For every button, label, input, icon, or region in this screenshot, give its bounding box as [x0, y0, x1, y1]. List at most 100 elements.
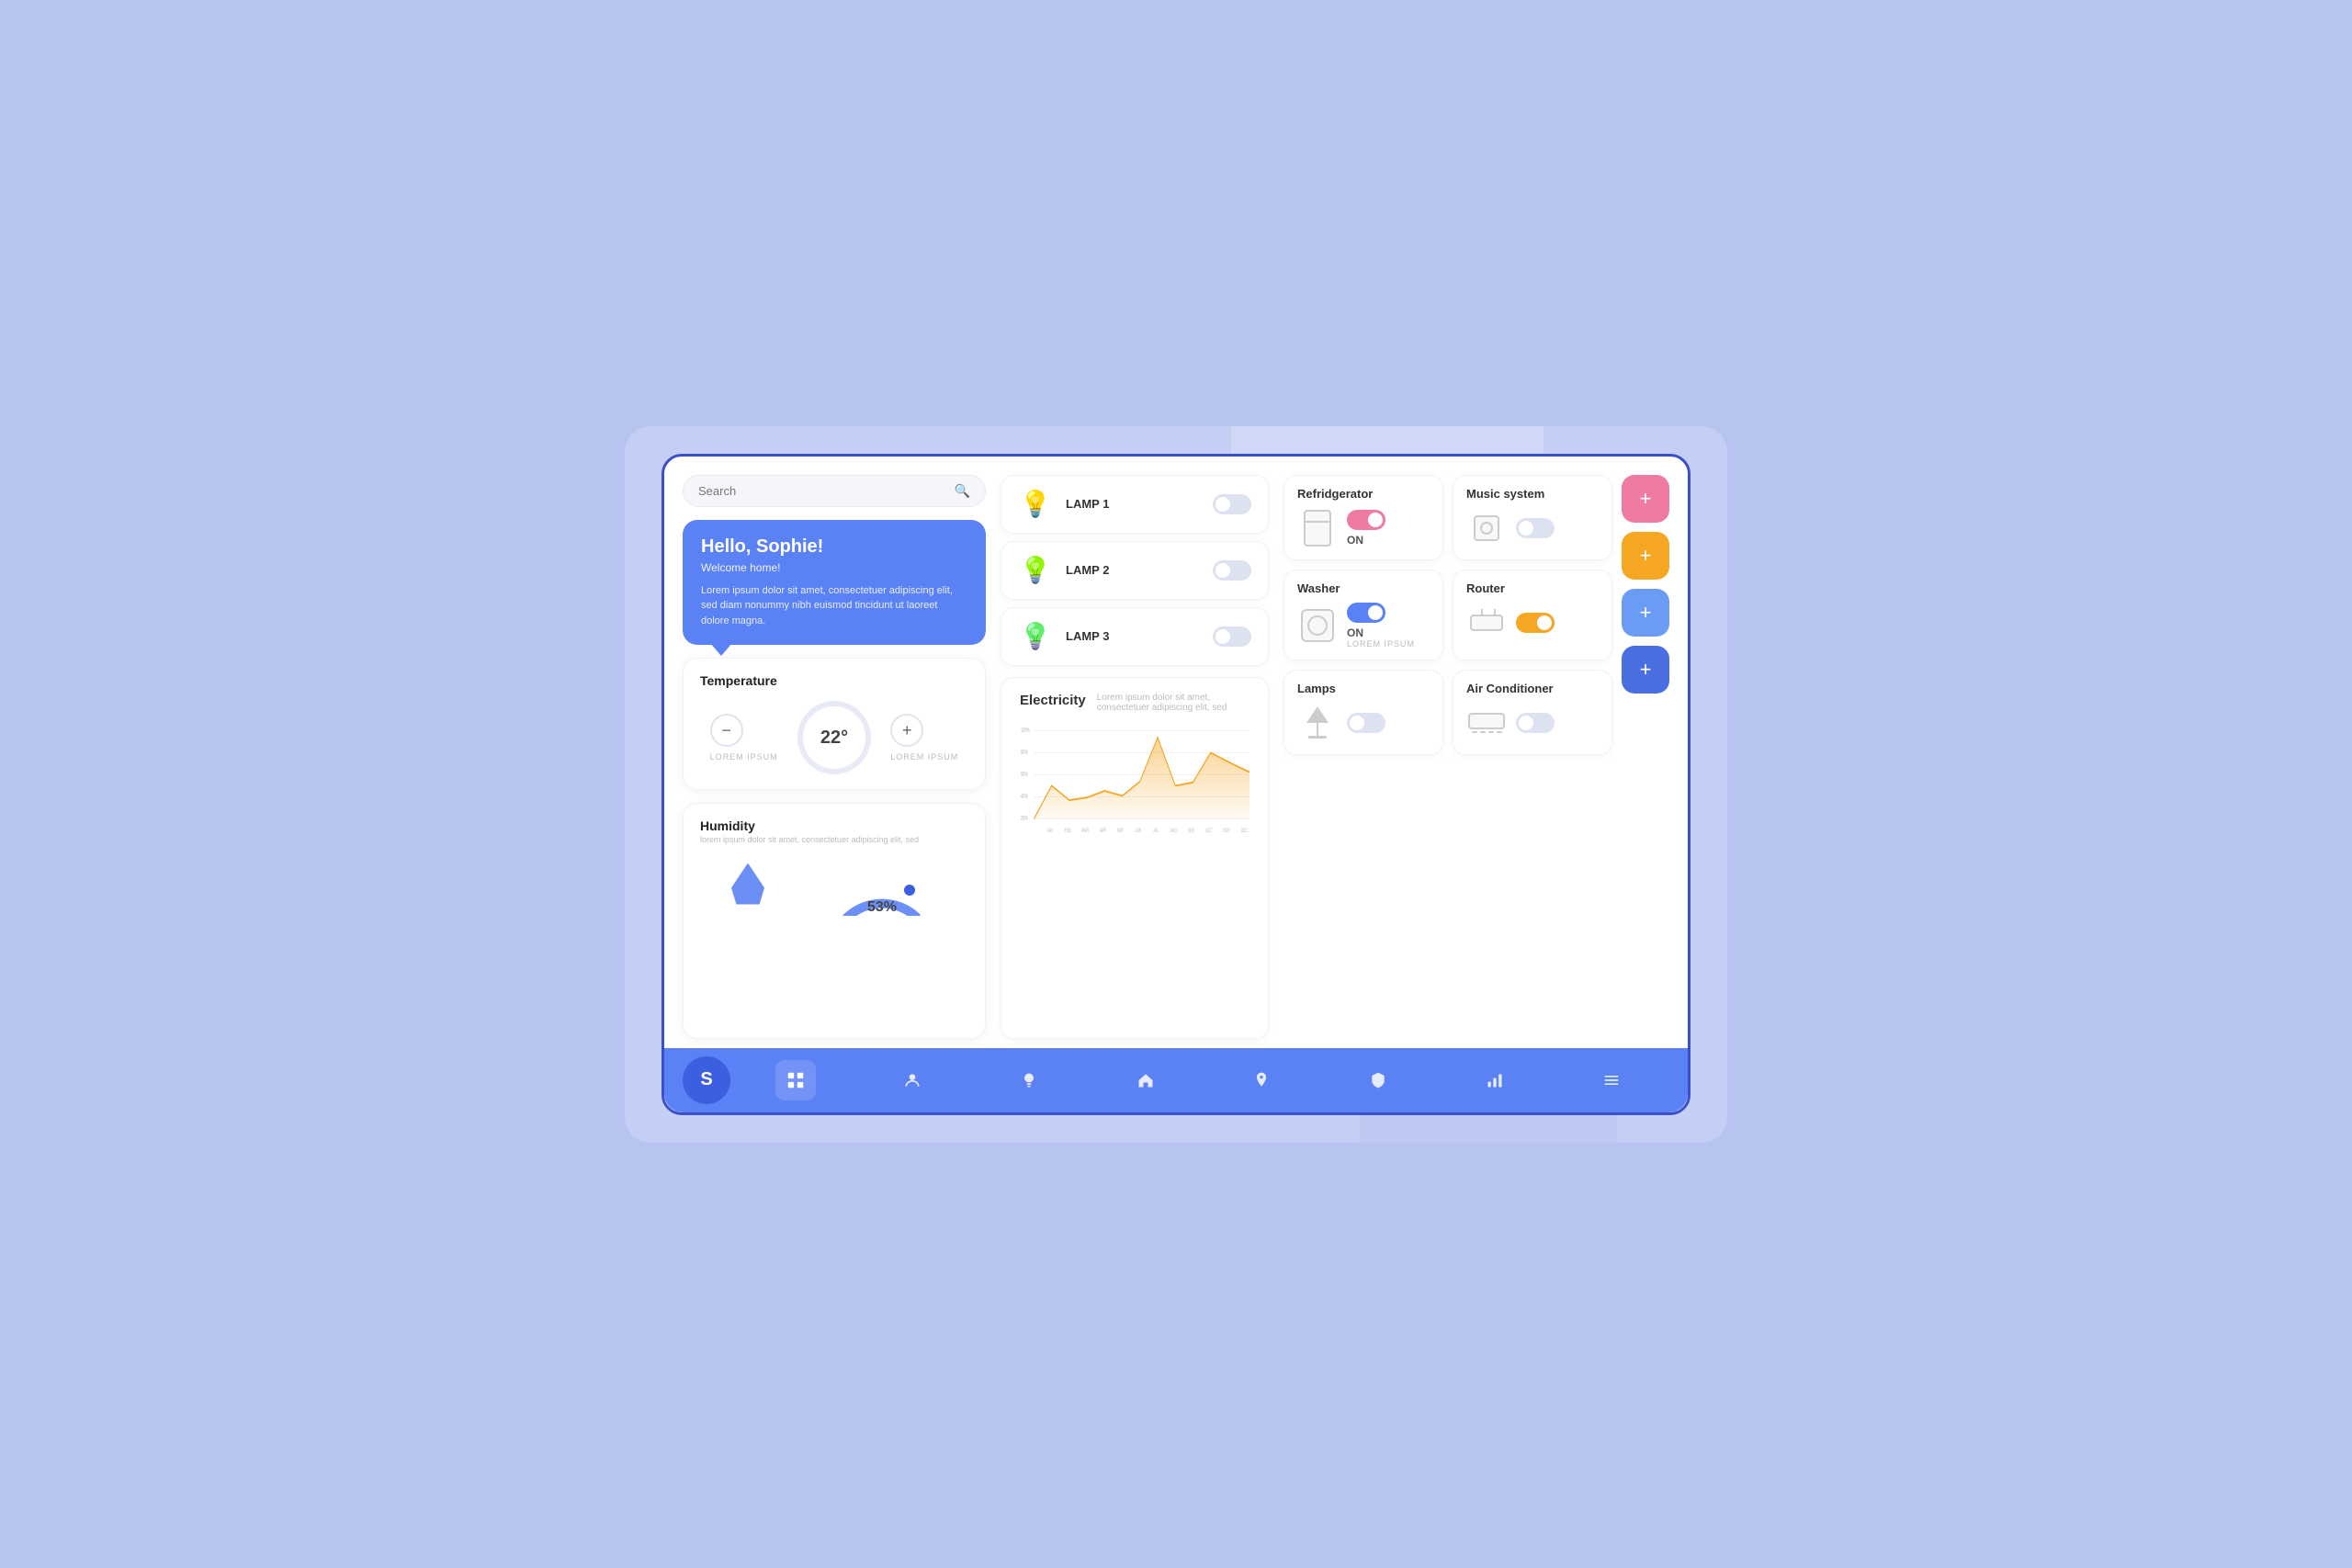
nav-grid[interactable] [775, 1060, 816, 1100]
nav-bulb[interactable] [1009, 1060, 1049, 1100]
svg-text:MAR: MAR [1081, 828, 1089, 834]
add-button-3[interactable]: + [1622, 589, 1669, 637]
refrigerator-title: Refridgerator [1297, 487, 1430, 501]
lamp-card-2: 💡 LAMP 2 [1001, 541, 1269, 600]
middle-column: 💡 LAMP 1 💡 LAMP 2 [1001, 475, 1269, 1039]
greeting-body: Lorem ipsum dolor sit amet, consectetuer… [701, 583, 967, 629]
lamps-title: Lamps [1297, 682, 1430, 695]
lamp1-toggle[interactable] [1213, 494, 1251, 514]
humidity-gauge: 53% [827, 852, 937, 916]
bottom-navigation: S [664, 1048, 1688, 1112]
lamps-icon [1297, 703, 1338, 743]
greeting-title: Hello, Sophie! [701, 536, 967, 558]
music-card: Music system [1453, 475, 1612, 560]
user-avatar[interactable]: S [683, 1056, 730, 1104]
washer-sublabel: LOREM IPSUM [1347, 639, 1430, 649]
ac-card: Air Conditioner [1453, 670, 1612, 755]
lamp3-icon: 💡 [1018, 619, 1053, 654]
temperature-dial: 22° [797, 701, 871, 774]
svg-text:NOV: NOV [1223, 828, 1230, 834]
water-drop-icon [731, 863, 764, 905]
svg-text:JUL: JUL [1153, 828, 1159, 834]
refrigerator-toggle[interactable] [1347, 510, 1385, 530]
refrigerator-status: ON [1347, 534, 1430, 547]
svg-text:JUN: JUN [1136, 828, 1142, 834]
lamps-card: Lamps [1283, 670, 1443, 755]
svg-text:FEB: FEB [1065, 828, 1071, 834]
temp-decrease-label: LOREM IPSUM [710, 752, 778, 761]
right-column: Refridgerator ON [1283, 475, 1669, 1039]
svg-text:SEP: SEP [1188, 828, 1194, 834]
music-toggle[interactable] [1516, 518, 1555, 538]
washer-title: Washer [1297, 581, 1430, 595]
humidity-desc: lorem ipsum dolor sit amet, consectetuer… [700, 835, 919, 844]
svg-text:OCT: OCT [1205, 828, 1213, 834]
humidity-card: Humidity lorem ipsum dolor sit amet, con… [683, 803, 986, 1039]
electricity-desc: Lorem ipsum dolor sit amet, consectetuer… [1097, 693, 1250, 713]
lamp2-name: LAMP 2 [1066, 563, 1200, 577]
electricity-card: Electricity Lorem ipsum dolor sit amet, … [1001, 677, 1269, 1039]
svg-text:60%: 60% [1021, 772, 1028, 779]
refrigerator-card: Refridgerator ON [1283, 475, 1443, 560]
music-title: Music system [1466, 487, 1599, 501]
nav-menu[interactable] [1591, 1060, 1632, 1100]
temperature-label: Temperature [700, 673, 968, 688]
add-button-2[interactable]: + [1622, 532, 1669, 580]
svg-text:JAN: JAN [1047, 828, 1054, 834]
search-icon: 🔍 [955, 483, 970, 499]
lamp1-name: LAMP 1 [1066, 497, 1200, 511]
lamp-grid: 💡 LAMP 1 💡 LAMP 2 [1001, 475, 1269, 666]
washer-icon [1297, 605, 1338, 646]
temp-increase-button[interactable]: + [890, 714, 923, 747]
humidity-label: Humidity [700, 818, 919, 833]
nav-person[interactable] [892, 1060, 933, 1100]
lamp1-icon: 💡 [1018, 487, 1053, 522]
nav-home[interactable] [1125, 1060, 1166, 1100]
lamp-card-1: 💡 LAMP 1 [1001, 475, 1269, 534]
nav-items [738, 1060, 1669, 1100]
music-icon [1466, 508, 1507, 548]
lamp2-icon: 💡 [1018, 553, 1053, 588]
router-toggle[interactable] [1516, 613, 1555, 633]
router-icon [1466, 603, 1507, 643]
ac-title: Air Conditioner [1466, 682, 1599, 695]
svg-text:AUG: AUG [1170, 828, 1177, 834]
lamp2-toggle[interactable] [1213, 560, 1251, 581]
add-button-1[interactable]: + [1622, 475, 1669, 523]
greeting-subtitle: Welcome home! [701, 561, 967, 574]
washer-status: ON [1347, 626, 1430, 639]
refrigerator-icon [1297, 508, 1338, 548]
nav-chart[interactable] [1475, 1060, 1515, 1100]
svg-text:DEC: DEC [1241, 828, 1248, 834]
temp-decrease-button[interactable]: − [710, 714, 743, 747]
lamp-card-3: 💡 LAMP 3 [1001, 607, 1269, 666]
nav-location[interactable] [1241, 1060, 1282, 1100]
svg-text:APR: APR [1100, 828, 1106, 834]
nav-shield[interactable] [1358, 1060, 1398, 1100]
lamp3-name: LAMP 3 [1066, 629, 1200, 643]
svg-text:80%: 80% [1021, 750, 1028, 757]
svg-text:40%: 40% [1021, 794, 1028, 801]
temperature-card: Temperature − LOREM IPSUM 22° + LOREM IP… [683, 658, 986, 790]
plus-buttons-column: + + + + [1622, 475, 1669, 1039]
left-column: 🔍 Hello, Sophie! Welcome home! Lorem ips… [683, 475, 986, 1039]
search-bar[interactable]: 🔍 [683, 475, 986, 507]
search-input[interactable] [698, 484, 947, 498]
electricity-chart: 100% 80% 60% 40% 20% [1020, 724, 1250, 834]
router-card: Router [1453, 570, 1612, 660]
greeting-card: Hello, Sophie! Welcome home! Lorem ipsum… [683, 520, 986, 646]
dashboard: 🔍 Hello, Sophie! Welcome home! Lorem ips… [662, 454, 1690, 1115]
washer-card: Washer ON LOREM IPSUM [1283, 570, 1443, 660]
lamp3-toggle[interactable] [1213, 626, 1251, 647]
svg-text:20%: 20% [1021, 816, 1028, 823]
add-button-4[interactable]: + [1622, 646, 1669, 694]
electricity-title: Electricity [1020, 693, 1086, 708]
washer-toggle[interactable] [1347, 603, 1385, 623]
svg-text:100%: 100% [1021, 728, 1030, 735]
svg-text:MAY: MAY [1117, 828, 1124, 834]
ac-icon [1466, 703, 1507, 743]
lamps-toggle[interactable] [1347, 713, 1385, 733]
router-title: Router [1466, 581, 1599, 595]
humidity-value: 53% [867, 899, 897, 916]
ac-toggle[interactable] [1516, 713, 1555, 733]
